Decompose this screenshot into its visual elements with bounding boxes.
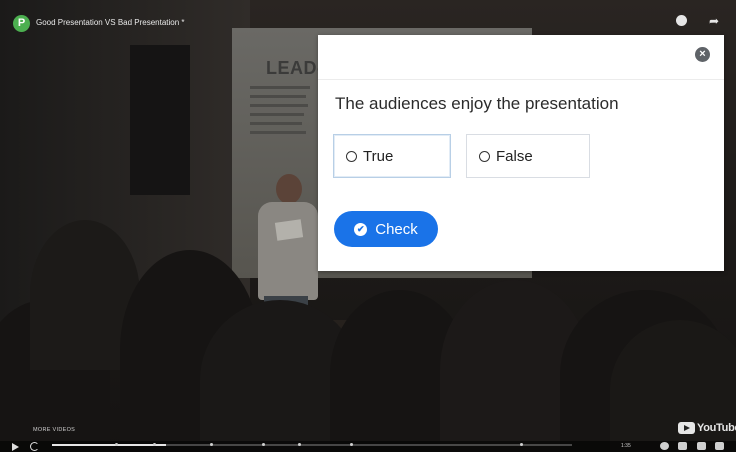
slide-text-line (250, 122, 302, 125)
volume-icon[interactable] (678, 442, 687, 450)
fullscreen-icon[interactable] (715, 442, 724, 450)
quiz-header: × (318, 35, 724, 80)
option-label: False (496, 147, 533, 165)
slide-text-line (250, 95, 306, 98)
quiz-question: The audiences enjoy the presentation (335, 94, 619, 113)
option-label: True (363, 147, 394, 165)
chapter-marker[interactable] (520, 443, 523, 446)
youtube-logo[interactable]: YouTube (678, 422, 736, 434)
chapter-marker[interactable] (350, 443, 353, 446)
time-display: 1:35 (621, 443, 631, 449)
radio-icon[interactable] (479, 150, 490, 162)
option-true[interactable]: True (333, 134, 451, 178)
quiz-overlay: × The audiences enjoy the presentation T… (318, 35, 724, 271)
chapter-marker[interactable] (210, 443, 213, 446)
slide-text-line (250, 113, 304, 116)
close-icon[interactable]: × (695, 47, 710, 62)
chapter-marker[interactable] (153, 443, 156, 446)
chapter-marker[interactable] (298, 443, 301, 446)
slide-text-line (250, 131, 306, 134)
slide-text-line (250, 104, 308, 107)
channel-avatar-icon[interactable]: P (13, 15, 30, 32)
settings-icon[interactable] (660, 442, 669, 450)
replay-icon[interactable] (30, 442, 39, 451)
radio-icon[interactable] (346, 150, 357, 162)
check-button[interactable]: ✔ Check (334, 211, 438, 247)
progress-bar[interactable] (52, 444, 572, 446)
option-false[interactable]: False (466, 134, 590, 178)
progress-fill (52, 444, 167, 446)
presenter-body (258, 202, 318, 300)
play-icon[interactable] (12, 443, 19, 451)
presenter-head (276, 174, 302, 204)
presenter-paper (274, 219, 304, 241)
share-icon[interactable]: ➦ (706, 13, 722, 29)
video-title[interactable]: Good Presentation VS Bad Presentation * (36, 18, 185, 27)
scene-column (130, 45, 190, 195)
captions-icon[interactable] (697, 442, 706, 450)
chapter-marker[interactable] (262, 443, 265, 446)
slide-text-line (250, 86, 310, 89)
clock-icon[interactable] (673, 13, 689, 29)
chapter-marker[interactable] (115, 443, 118, 446)
youtube-wordmark: YouTube (697, 422, 736, 434)
youtube-play-icon (678, 422, 695, 434)
more-videos-link[interactable]: MORE VIDEOS (33, 427, 75, 433)
check-circle-icon: ✔ (354, 222, 368, 236)
check-button-label: Check (375, 220, 418, 238)
